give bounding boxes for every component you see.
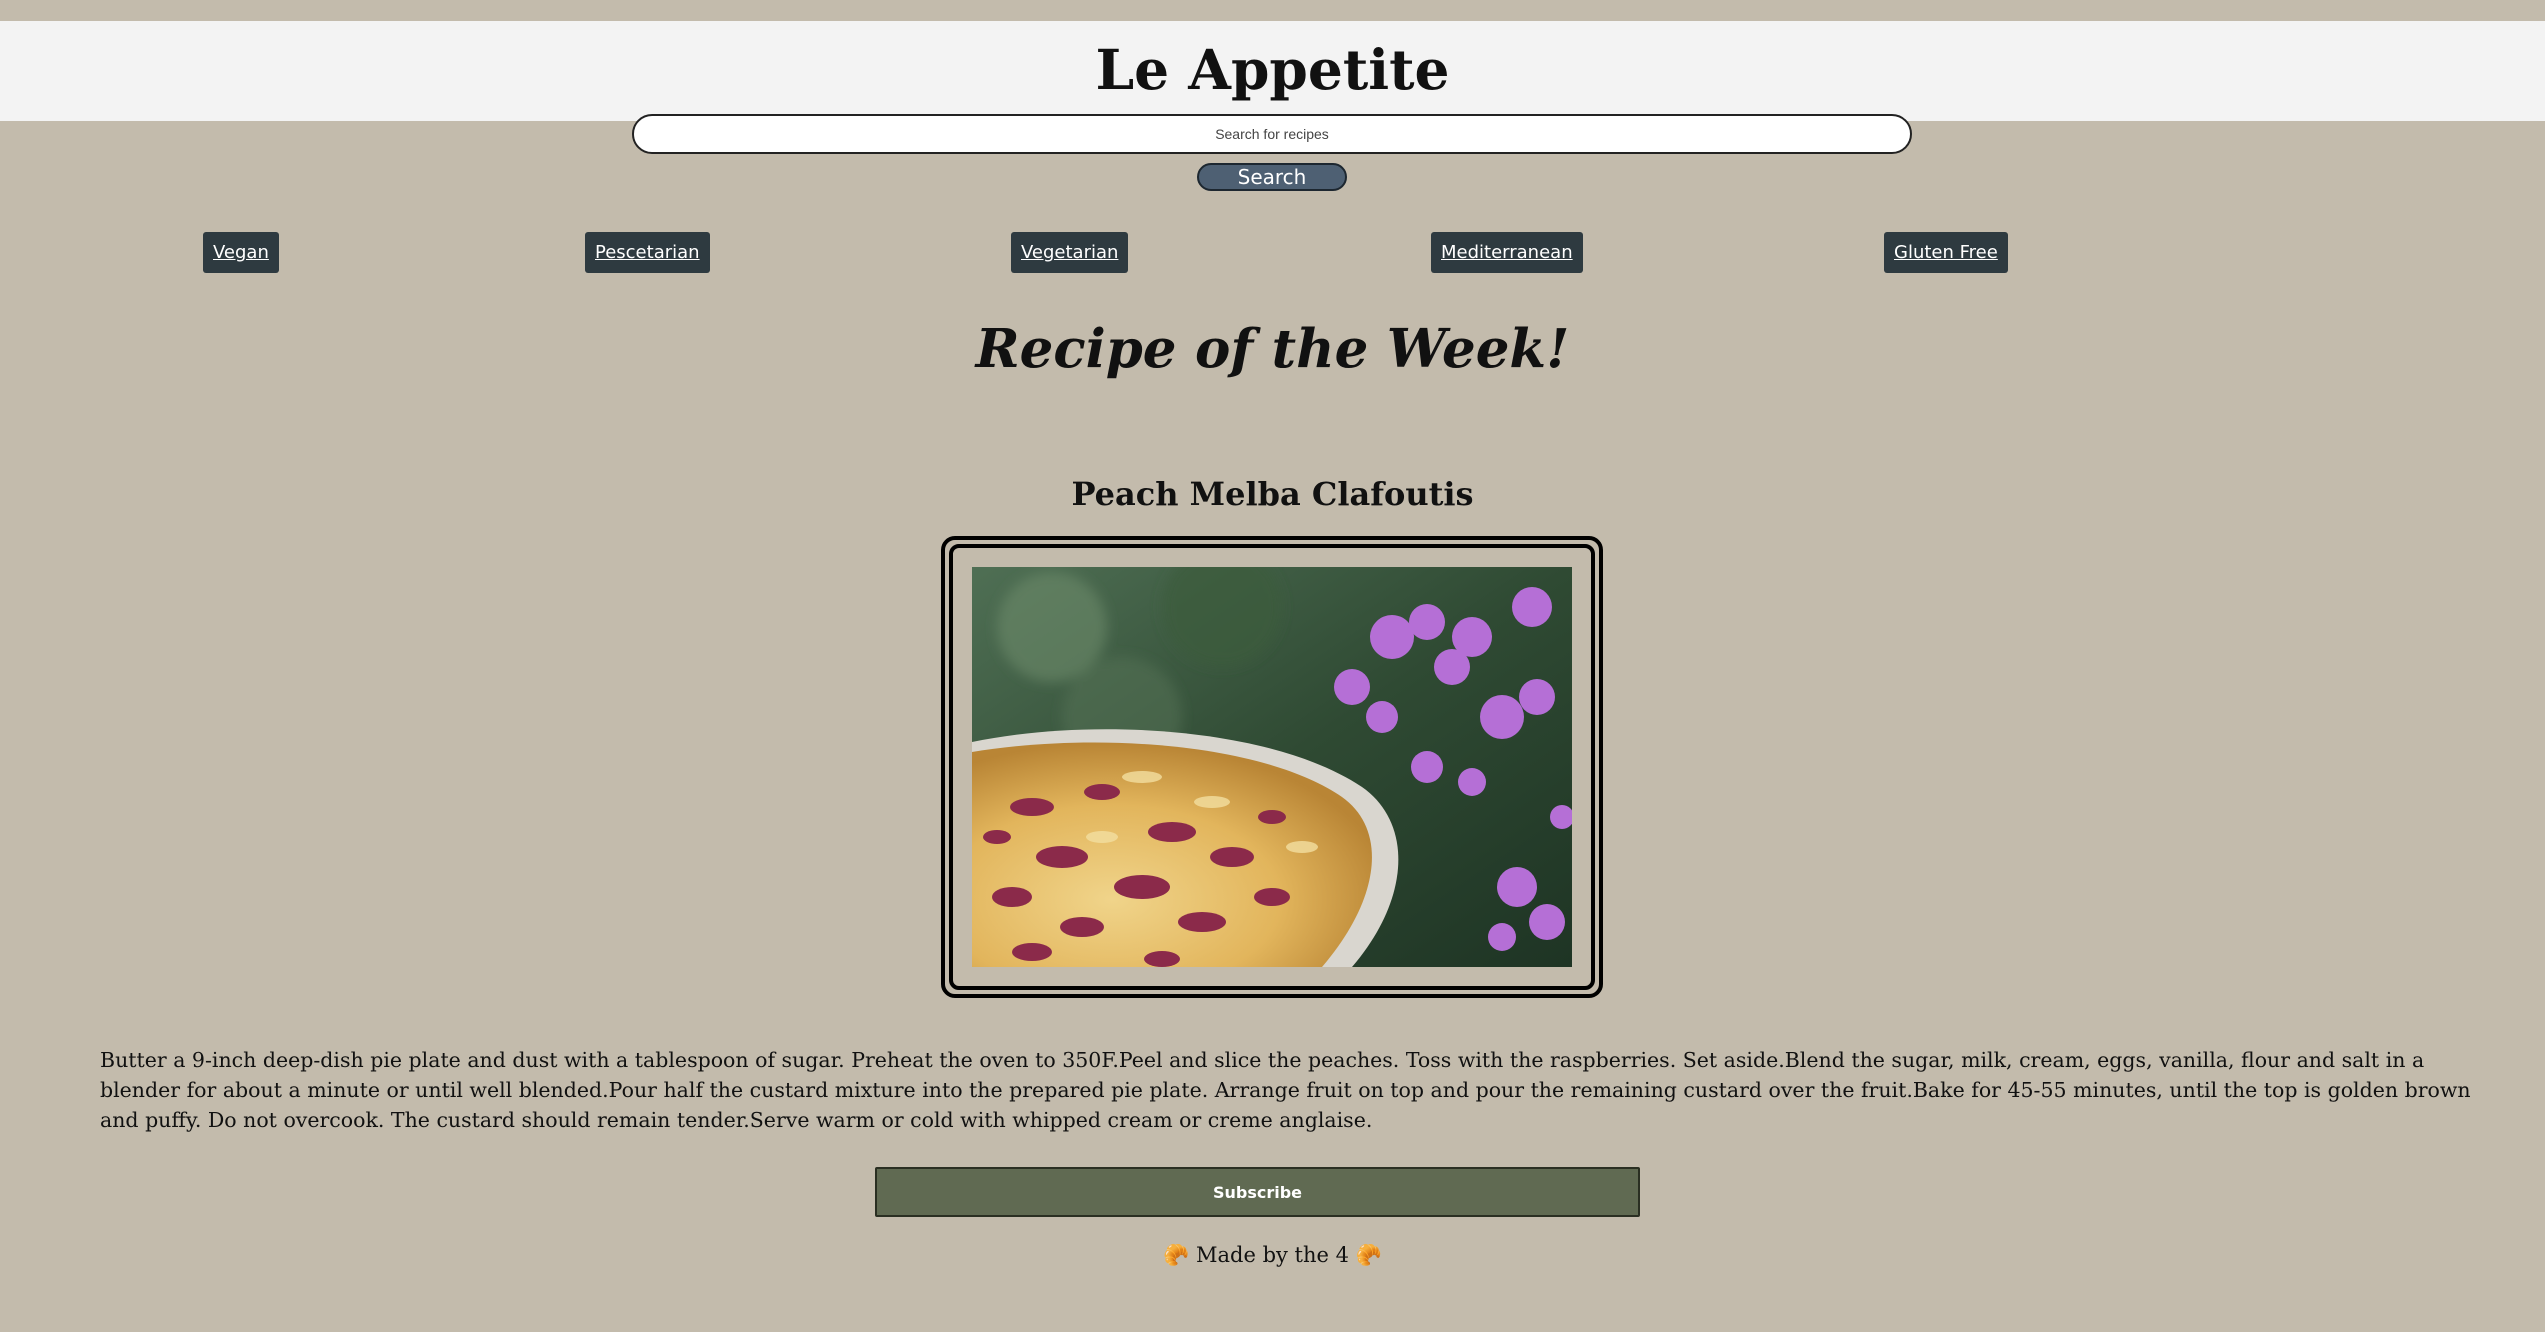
recipe-of-week-heading: Recipe of the Week! (975, 318, 1570, 380)
category-mediterranean-link[interactable]: Mediterranean (1431, 232, 1583, 273)
search-input[interactable] (632, 114, 1912, 154)
site-header: Le Appetite (0, 21, 2545, 121)
recipe-photo (972, 567, 1572, 967)
category-vegan-link[interactable]: Vegan (203, 232, 279, 273)
site-title: Le Appetite (1095, 37, 1450, 102)
subscribe-button[interactable]: Subscribe (875, 1167, 1640, 1217)
category-pescetarian-link[interactable]: Pescetarian (585, 232, 710, 273)
recipe-instructions: Butter a 9-inch deep-dish pie plate and … (100, 1048, 2471, 1132)
recipe-name: Peach Melba Clafoutis (1071, 475, 1474, 513)
category-gluten-free-link[interactable]: Gluten Free (1884, 232, 2008, 273)
category-vegetarian-link[interactable]: Vegetarian (1011, 232, 1129, 273)
footer-credit: 🥐 Made by the 4 🥐 (1163, 1243, 1382, 1267)
search-button[interactable]: Search (1197, 163, 1347, 191)
